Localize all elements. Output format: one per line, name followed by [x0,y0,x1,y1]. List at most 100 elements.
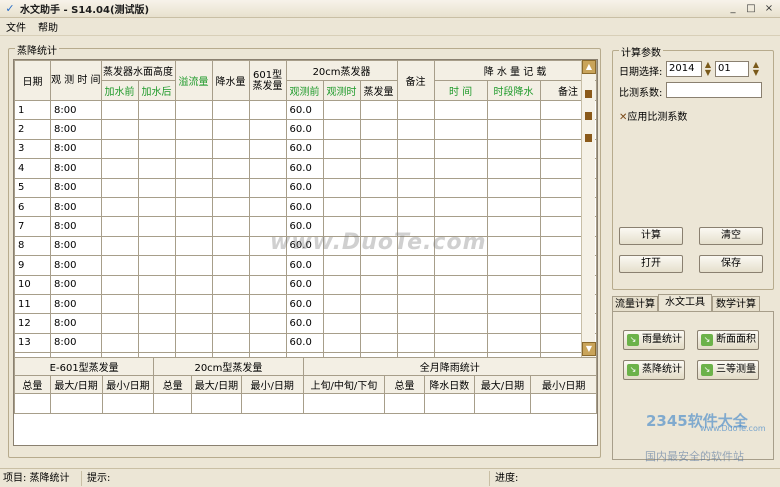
grid-cell[interactable] [174,99,213,121]
grid-cell[interactable] [248,313,287,334]
grid-cell[interactable]: 13 [14,332,51,354]
month-spin-icon[interactable]: ▲ ▼ [751,61,761,77]
grid-cell[interactable]: 6 [14,196,51,218]
grid-cell[interactable] [137,216,176,237]
grid-cell[interactable] [486,313,541,334]
grid-cell[interactable] [248,274,287,295]
grid-cell[interactable]: 9 [14,255,51,276]
grid-cell[interactable]: 60.0 [285,255,324,276]
grid-cell[interactable] [433,293,488,315]
grid-cell[interactable] [322,274,361,295]
close-button[interactable]: × [762,2,776,15]
grid-cell[interactable] [433,177,488,198]
grid-cell[interactable] [137,99,176,121]
grid-cell[interactable] [211,119,250,140]
sum-cell[interactable] [384,393,425,414]
grid-cell[interactable]: 8:00 [50,313,102,334]
grid-cell[interactable]: 60.0 [285,138,324,160]
grid-cell[interactable] [137,293,176,315]
grid-cell[interactable]: 8 [14,235,51,257]
year-input[interactable]: 2014 [666,61,702,77]
grid-cell[interactable] [359,332,398,354]
grid-cell[interactable] [322,138,361,160]
grid-cell[interactable] [211,255,250,276]
grid-cell[interactable]: 8:00 [50,177,102,198]
grid-cell[interactable]: 8:00 [50,216,102,237]
year-spin-icon[interactable]: ▲ ▼ [703,61,713,77]
grid-cell[interactable]: 12 [14,313,51,334]
grid-cell[interactable]: 8:00 [50,158,102,179]
sum-cell[interactable] [14,393,51,414]
grid-cell[interactable] [100,293,139,315]
grid-cell[interactable] [248,119,287,140]
grid-cell[interactable] [322,293,361,315]
grid-cell[interactable] [100,313,139,334]
grid-cell[interactable] [137,119,176,140]
grid-cell[interactable] [396,293,435,315]
grid-cell[interactable] [137,255,176,276]
grid-cell[interactable] [359,293,398,315]
grid-cell[interactable] [486,138,541,160]
scroll-thumb[interactable] [585,134,592,142]
grid-cell[interactable] [100,196,139,218]
grid-cell[interactable] [359,196,398,218]
grid-cell[interactable] [359,255,398,276]
grid-cell[interactable] [322,313,361,334]
scroll-down-icon[interactable]: ▼ [582,342,596,356]
grid-cell[interactable] [322,99,361,121]
grid-cell[interactable] [248,196,287,218]
grid-cell[interactable] [396,255,435,276]
grid-cell[interactable] [100,138,139,160]
grid-cell[interactable] [211,235,250,257]
grid-cell[interactable] [486,119,541,140]
grid-cell[interactable]: 10 [14,274,51,295]
grid-cell[interactable] [100,332,139,354]
grid-cell[interactable] [433,332,488,354]
grid-cell[interactable]: 60.0 [285,196,324,218]
menu-file[interactable]: 文件 [0,19,32,34]
maximize-button[interactable]: □ [744,2,758,15]
sum-cell[interactable] [473,393,532,414]
grid-cell[interactable] [174,274,213,295]
grid-cell[interactable] [174,293,213,315]
grid-cell[interactable]: 3 [14,138,51,160]
grid-cell[interactable] [174,119,213,140]
grid-cell[interactable] [433,119,488,140]
grid-cell[interactable] [486,196,541,218]
grid-cell[interactable] [100,274,139,295]
grid-cell[interactable]: 60.0 [285,119,324,140]
grid-cell[interactable] [396,274,435,295]
grid-cell[interactable]: 60.0 [285,293,324,315]
grid-cell[interactable] [248,158,287,179]
grid-cell[interactable]: 7 [14,216,51,237]
grid-cell[interactable] [211,313,250,334]
grid-cell[interactable] [211,216,250,237]
grid-cell[interactable] [359,138,398,160]
grid-cell[interactable]: 8:00 [50,99,102,121]
grid-cell[interactable] [359,99,398,121]
vertical-scrollbar[interactable]: ▲ ▼ [581,60,596,357]
rain-stat-button[interactable]: ↘ 雨量统计 [623,330,685,350]
grid-cell[interactable]: 60.0 [285,332,324,354]
grid-cell[interactable] [433,99,488,121]
grid-cell[interactable] [211,293,250,315]
section-area-button[interactable]: ↘ 断面面积 [697,330,759,350]
grid-cell[interactable] [396,138,435,160]
grid-cell[interactable] [322,119,361,140]
grid-cell[interactable] [137,158,176,179]
grid-cell[interactable] [433,313,488,334]
grid-cell[interactable] [174,138,213,160]
grid-cell[interactable] [396,119,435,140]
grid-cell[interactable] [211,332,250,354]
grid-cell[interactable] [174,177,213,198]
tab-math-calc[interactable]: 数学计算 [712,296,760,312]
grid-cell[interactable] [248,255,287,276]
tab-flow-calc[interactable]: 流量计算 [612,296,658,312]
grid-cell[interactable] [211,158,250,179]
grid-cell[interactable] [486,274,541,295]
grid-cell[interactable]: 4 [14,158,51,179]
evap-stat-button[interactable]: ↘ 蒸降统计 [623,360,685,380]
grid-cell[interactable] [396,332,435,354]
grid-cell[interactable] [248,138,287,160]
grid-cell[interactable] [486,177,541,198]
